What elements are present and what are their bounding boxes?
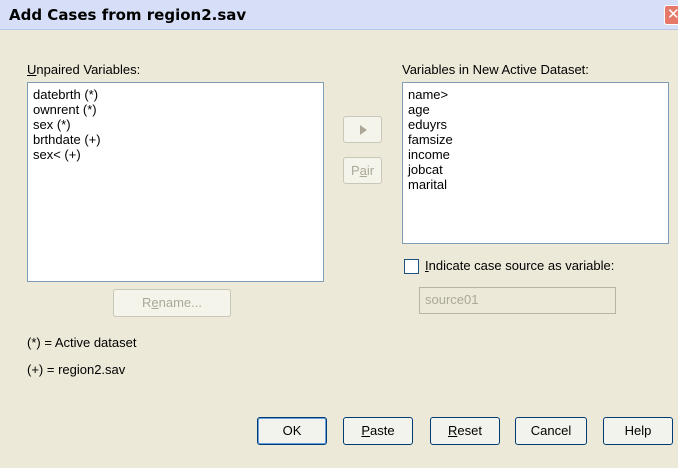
window-title: Add Cases from region2.sav (9, 6, 247, 24)
list-item[interactable]: ownrent (*) (33, 102, 318, 117)
list-item[interactable]: marital (408, 177, 663, 192)
close-icon: ✕ (667, 5, 678, 23)
active-dataset-list[interactable]: name> age eduyrs famsize income jobcat m… (402, 82, 669, 244)
list-item[interactable]: sex (*) (33, 117, 318, 132)
list-item[interactable]: name> (408, 87, 663, 102)
help-button[interactable]: Help (603, 417, 673, 445)
move-right-button[interactable] (343, 116, 382, 143)
right-arrow-icon (360, 125, 367, 135)
case-source-label[interactable]: Indicate case source as variable: (425, 258, 614, 273)
close-button[interactable]: ✕ (664, 5, 678, 25)
cancel-button[interactable]: Cancel (515, 417, 587, 445)
list-item[interactable]: jobcat (408, 162, 663, 177)
list-item[interactable]: income (408, 147, 663, 162)
unpaired-variables-list[interactable]: datebrth (*) ownrent (*) sex (*) brthdat… (27, 82, 324, 282)
case-source-checkbox[interactable] (404, 259, 419, 274)
reset-button[interactable]: Reset (430, 417, 500, 445)
unpaired-variables-label: Unpaired Variables: (27, 62, 141, 77)
list-item[interactable]: famsize (408, 132, 663, 147)
list-item[interactable]: sex< (+) (33, 147, 318, 162)
list-item[interactable]: brthdate (+) (33, 132, 318, 147)
ok-button[interactable]: OK (257, 417, 327, 445)
paste-button[interactable]: Paste (343, 417, 413, 445)
rename-button[interactable]: Rename... (113, 289, 231, 317)
pair-button[interactable]: Pair (343, 157, 382, 184)
source-variable-field[interactable]: source01 (419, 287, 616, 314)
title-bar: Add Cases from region2.sav ✕ (0, 0, 678, 30)
legend-region2: (+) = region2.sav (27, 362, 126, 377)
legend-active-dataset: (*) = Active dataset (27, 335, 137, 350)
active-dataset-label: Variables in New Active Dataset: (402, 62, 589, 77)
list-item[interactable]: age (408, 102, 663, 117)
list-item[interactable]: eduyrs (408, 117, 663, 132)
list-item[interactable]: datebrth (*) (33, 87, 318, 102)
